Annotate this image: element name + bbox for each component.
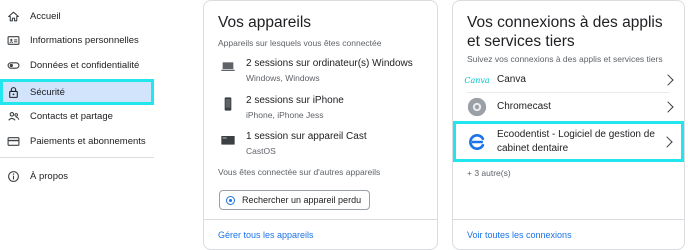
sidebar-item-accueil[interactable]: Accueil — [0, 4, 154, 29]
sidebar-item-contacts-partage[interactable]: Contacts et partage — [0, 104, 154, 129]
app-divider — [467, 92, 670, 93]
sidebar-item-label: À propos — [30, 171, 69, 182]
card-footer-divider — [453, 219, 684, 220]
more-apps-text: + 3 autre(s) — [467, 168, 511, 178]
connections-card: Vos connexions à des applis et services … — [452, 0, 685, 250]
card-footer-divider — [204, 219, 437, 220]
find-lost-device-button[interactable]: Rechercher un appareil perdu — [219, 190, 371, 210]
other-devices-text: Vous êtes connectée sur d'autres apparei… — [218, 167, 381, 177]
sidebar-divider — [0, 157, 154, 158]
credit-card-icon — [6, 135, 20, 149]
home-icon — [6, 10, 20, 24]
device-sub-text: CastOS — [246, 146, 276, 156]
chromecast-logo-icon — [467, 97, 487, 117]
device-row-cast[interactable]: 1 session sur appareil Cast CastOS — [220, 130, 367, 157]
chevron-right-icon — [662, 74, 674, 86]
chevron-right-icon — [662, 101, 674, 113]
app-name: Ecoodentist - Logiciel de gestion de cab… — [497, 128, 655, 154]
sidebar-item-a-propos[interactable]: À propos — [0, 164, 154, 189]
connections-card-title: Vos connexions à des applis et services … — [467, 14, 663, 50]
id-card-icon — [6, 34, 20, 48]
phone-icon — [220, 96, 236, 112]
sidebar-item-label: Informations personnelles — [30, 35, 139, 46]
sidebar: Accueil Informations personnelles Donnée… — [0, 0, 160, 250]
device-row-windows[interactable]: 2 sessions sur ordinateur(s) Windows Win… — [220, 57, 413, 84]
sidebar-item-paiements-abonnements[interactable]: Paiements et abonnements — [0, 129, 154, 154]
devices-card: Vos appareils Appareils sur lesquels vou… — [203, 0, 438, 250]
ecoodentist-logo-icon — [467, 132, 487, 152]
toggle-icon — [6, 59, 20, 73]
sidebar-item-label: Contacts et partage — [30, 111, 113, 122]
canva-logo-icon: Canva — [464, 75, 490, 85]
cast-device-icon — [220, 132, 236, 148]
manage-devices-link[interactable]: Gérer tous les appareils — [218, 230, 314, 240]
device-row-iphone[interactable]: 2 sessions sur iPhone iPhone, iPhone Jes… — [220, 94, 344, 121]
sidebar-item-donnees-confidentialite[interactable]: Données et confidentialité — [0, 53, 154, 78]
info-icon — [6, 170, 20, 184]
lock-icon — [6, 85, 20, 99]
people-icon — [6, 110, 20, 124]
devices-card-subtitle: Appareils sur lesquels vous êtes connect… — [218, 38, 382, 48]
app-name: Chromecast — [497, 101, 551, 112]
device-main-text: 2 sessions sur iPhone — [246, 95, 344, 106]
sidebar-item-label: Sécurité — [30, 86, 65, 98]
laptop-icon — [220, 59, 236, 75]
radio-dot-icon — [226, 196, 235, 205]
sidebar-item-informations-personnelles[interactable]: Informations personnelles — [0, 28, 154, 53]
view-all-connections-link[interactable]: Voir toutes les connexions — [467, 230, 572, 240]
sidebar-item-securite[interactable]: Sécurité — [0, 79, 154, 105]
app-row-canva[interactable]: Canva Canva — [453, 69, 684, 91]
connections-card-subtitle: Suivez vos connexions à des applis et se… — [467, 54, 663, 64]
device-main-text: 2 sessions sur ordinateur(s) Windows — [246, 58, 413, 69]
sidebar-item-label: Accueil — [30, 11, 61, 22]
device-sub-text: Windows, Windows — [246, 73, 320, 83]
devices-card-title: Vos appareils — [218, 14, 312, 31]
device-main-text: 1 session sur appareil Cast — [246, 131, 367, 142]
app-name: Canva — [497, 74, 526, 85]
sidebar-item-label: Paiements et abonnements — [30, 136, 146, 147]
sidebar-item-label: Données et confidentialité — [30, 60, 140, 71]
app-row-ecoodentist[interactable]: Ecoodentist - Logiciel de gestion de cab… — [453, 121, 684, 162]
device-sub-text: iPhone, iPhone Jess — [246, 110, 324, 120]
find-lost-device-label: Rechercher un appareil perdu — [242, 195, 362, 205]
app-row-chromecast[interactable]: Chromecast — [453, 96, 684, 118]
